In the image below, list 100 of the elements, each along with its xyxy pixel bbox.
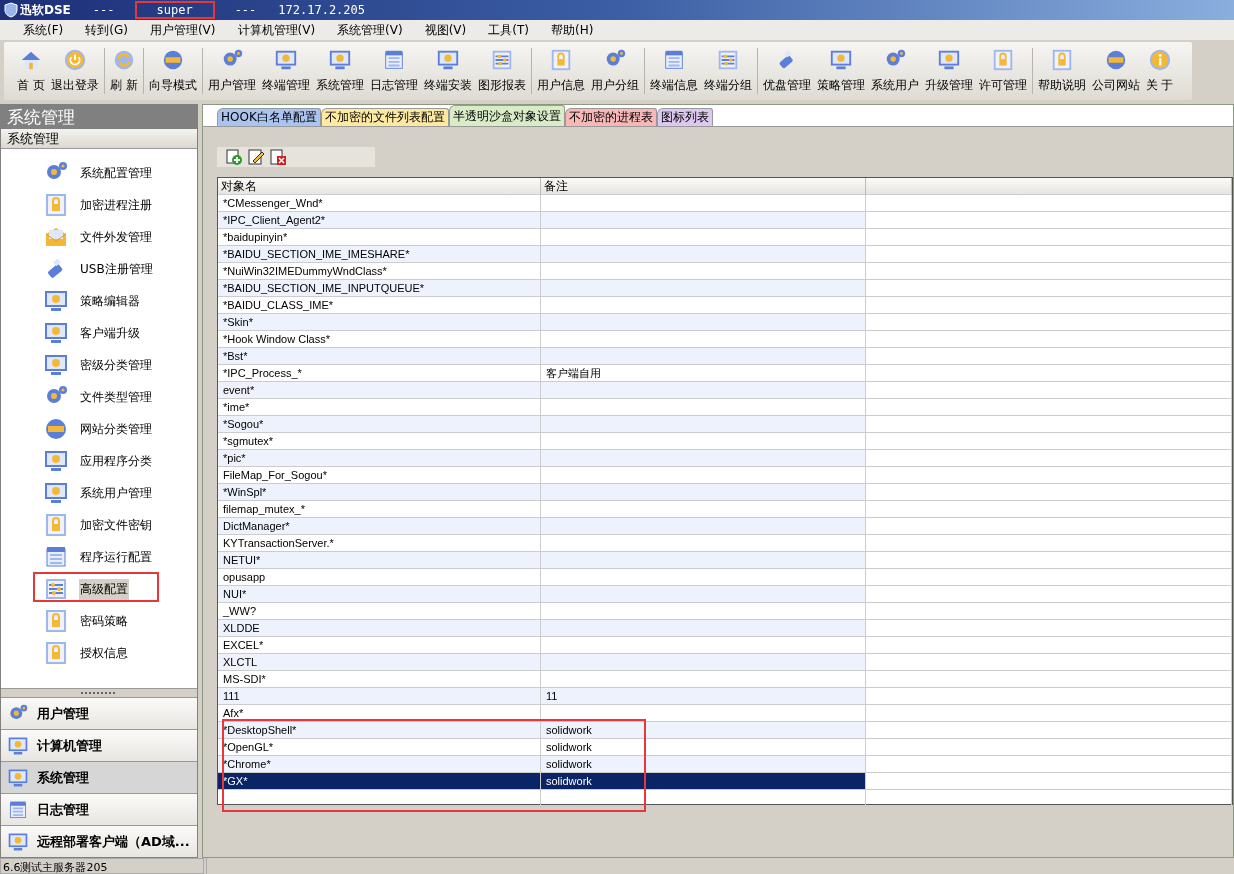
- toolbar-button[interactable]: 终端管理: [258, 48, 313, 94]
- toolbar-button[interactable]: 策略管理: [813, 48, 868, 94]
- window-title: 迅软DSE: [4, 1, 71, 19]
- menu-item[interactable]: 转到(G): [74, 21, 139, 39]
- menu-item[interactable]: 工具(T): [477, 21, 540, 39]
- sidebar-item[interactable]: 系统配置管理: [1, 157, 197, 189]
- tab[interactable]: HOOK白名单配置: [217, 108, 321, 126]
- menu-item[interactable]: 帮助(H): [539, 21, 605, 39]
- sidebar-item[interactable]: 加密文件密钥: [1, 509, 197, 541]
- item-icon: [43, 608, 69, 634]
- table-cell: DictManager*: [218, 518, 541, 535]
- nav-group[interactable]: 日志管理: [1, 793, 197, 825]
- table-cell: *BAIDU_SECTION_IME_INPUTQUEUE*: [218, 280, 541, 297]
- toolbar-button[interactable]: 图形报表: [474, 48, 529, 94]
- nav-group[interactable]: 远程部署客户端（AD域...: [1, 825, 197, 857]
- tab[interactable]: 不加密的进程表: [564, 108, 657, 126]
- add-icon[interactable]: [225, 148, 243, 166]
- sidebar-item[interactable]: 应用程序分类: [1, 445, 197, 477]
- item-label: 策略编辑器: [79, 292, 141, 310]
- sidebar-item[interactable]: 文件外发管理: [1, 221, 197, 253]
- toolbar-button[interactable]: 用户管理: [204, 48, 259, 94]
- table-cell: NUI*: [218, 586, 541, 603]
- sidebar-item[interactable]: 系统用户管理: [1, 477, 197, 509]
- table-cell: *BAIDU_SECTION_IME_IMESHARE*: [218, 246, 541, 263]
- toolbar-button[interactable]: 首 页: [14, 48, 48, 94]
- sidebar-item[interactable]: 密码策略: [1, 605, 197, 637]
- sidebar-item[interactable]: 文件类型管理: [1, 381, 197, 413]
- toolbar-button[interactable]: 系统用户: [867, 48, 922, 94]
- table-cell: *Bst*: [218, 348, 541, 365]
- tab[interactable]: 图标列表: [656, 108, 713, 126]
- table-cell: *GX*: [218, 773, 541, 790]
- table-cell: *Chrome*: [218, 756, 541, 773]
- toolbar-button[interactable]: 向导模式: [145, 48, 200, 94]
- item-icon: [43, 192, 69, 218]
- toolbar-button[interactable]: 终端分组: [700, 48, 755, 94]
- toolbar-button[interactable]: 终端安装: [420, 48, 475, 94]
- tab[interactable]: 半透明沙盒对象设置: [448, 105, 565, 126]
- sidebar-item[interactable]: 网站分类管理: [1, 413, 197, 445]
- menu-item[interactable]: 用户管理(V): [138, 21, 227, 39]
- nav-group[interactable]: 用户管理: [1, 697, 197, 729]
- item-icon: [43, 288, 69, 314]
- item-label: 文件外发管理: [79, 228, 153, 246]
- item-icon: [43, 416, 69, 442]
- nav-group[interactable]: 计算机管理: [1, 729, 197, 761]
- sidebar-item[interactable]: 密级分类管理: [1, 349, 197, 381]
- menu-item[interactable]: 系统(F): [12, 21, 75, 39]
- toolbar-button[interactable]: 升级管理: [921, 48, 976, 94]
- delete-icon[interactable]: [269, 148, 287, 166]
- toolbar-button[interactable]: 刷 新: [106, 48, 141, 94]
- item-label: 授权信息: [79, 644, 129, 662]
- toolbar-button[interactable]: 系统管理: [312, 48, 367, 94]
- item-icon: [43, 480, 69, 506]
- toolbar-button[interactable]: 用户信息: [533, 48, 588, 94]
- toolbar-button[interactable]: 日志管理: [366, 48, 421, 94]
- toolbar-button[interactable]: 终端信息: [646, 48, 701, 94]
- menu-item[interactable]: 计算机管理(V): [226, 21, 327, 39]
- item-label: 系统用户管理: [79, 484, 153, 502]
- item-label: 加密进程注册: [79, 196, 153, 214]
- edit-icon[interactable]: [247, 148, 265, 166]
- toolbar-button[interactable]: 帮助说明: [1034, 48, 1089, 94]
- table-cell: XLCTL: [218, 654, 541, 671]
- splitter-handle[interactable]: [81, 692, 117, 694]
- item-label: 系统配置管理: [79, 164, 153, 182]
- toolbar-button[interactable]: 优盘管理: [759, 48, 814, 94]
- column-header[interactable]: 对象名: [218, 178, 541, 195]
- sidebar-item[interactable]: 高级配置: [1, 573, 197, 605]
- sidebar-item[interactable]: 程序运行配置: [1, 541, 197, 573]
- table-cell: solidwork: [541, 773, 866, 790]
- sidebar-item[interactable]: 策略编辑器: [1, 285, 197, 317]
- toolbar-button[interactable]: 用户分组: [587, 48, 642, 94]
- table-cell: XLDDE: [218, 620, 541, 637]
- menu-item[interactable]: 系统管理(V): [326, 21, 414, 39]
- item-label: 高级配置: [79, 578, 129, 600]
- tab[interactable]: 不加密的文件列表配置: [320, 108, 449, 126]
- item-icon: [43, 512, 69, 538]
- table-cell: 111: [218, 688, 541, 705]
- item-icon: [43, 576, 69, 602]
- item-label: 程序运行配置: [79, 548, 153, 566]
- table-cell: NETUI*: [218, 552, 541, 569]
- sidebar-item[interactable]: 客户端升级: [1, 317, 197, 349]
- separator-text: ---: [92, 3, 115, 17]
- table-cell: event*: [218, 382, 541, 399]
- toolbar-button[interactable]: 许可管理: [975, 48, 1030, 94]
- table-cell: *DesktopShell*: [218, 722, 541, 739]
- item-icon: [43, 320, 69, 346]
- table-cell: *Sogou*: [218, 416, 541, 433]
- sidebar-item[interactable]: 授权信息: [1, 637, 197, 669]
- item-icon: [43, 448, 69, 474]
- column-header[interactable]: 备注: [541, 178, 866, 195]
- item-label: 应用程序分类: [79, 452, 153, 470]
- section-header: 系统管理: [1, 129, 197, 149]
- toolbar-button[interactable]: 退出登录: [47, 48, 102, 94]
- sidebar-item[interactable]: USB注册管理: [1, 253, 197, 285]
- nav-group[interactable]: 系统管理: [1, 761, 197, 793]
- user-name: super: [136, 3, 213, 17]
- menu-item[interactable]: 视图(V): [413, 21, 478, 39]
- server-address: 172.17.2.205: [278, 3, 365, 17]
- sidebar-item[interactable]: 加密进程注册: [1, 189, 197, 221]
- toolbar-button[interactable]: 公司网站: [1088, 48, 1143, 94]
- toolbar-button[interactable]: 关 于: [1142, 48, 1177, 94]
